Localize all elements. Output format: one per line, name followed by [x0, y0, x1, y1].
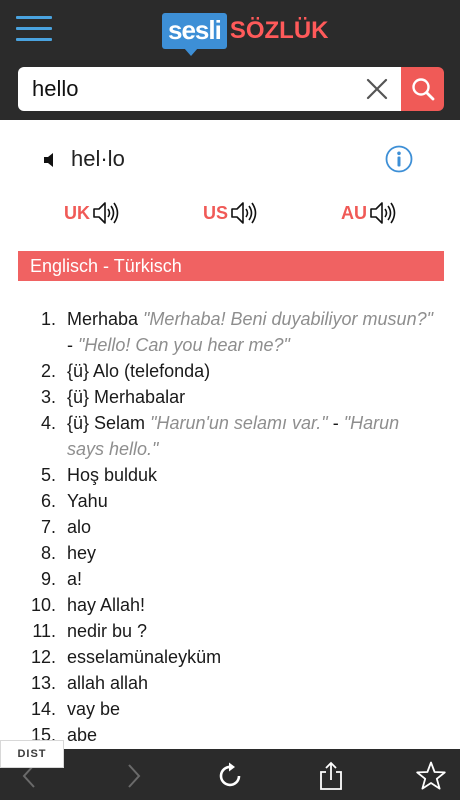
- item-number: 13.: [30, 673, 56, 693]
- list-item[interactable]: 1. Merhaba "Merhaba! Beni duyabiliyor mu…: [0, 306, 460, 358]
- share-icon[interactable]: [316, 761, 346, 791]
- pronounce-uk-button[interactable]: UK: [64, 200, 120, 226]
- reload-icon[interactable]: [216, 761, 246, 791]
- star-icon[interactable]: [415, 761, 446, 791]
- item-number: 12.: [30, 647, 56, 667]
- item-number: 10.: [30, 595, 56, 615]
- item-separator: -: [67, 335, 78, 355]
- item-example: "Merhaba! Beni duyabiliyor musun?": [143, 309, 433, 329]
- search-input[interactable]: [18, 67, 401, 111]
- logo-text: SÖZLÜK: [229, 17, 329, 44]
- forward-arrow-icon[interactable]: [118, 761, 148, 791]
- accent-label-au: AU: [341, 202, 367, 223]
- item-text: Merhaba: [67, 309, 144, 329]
- item-text: nedir bu ?: [67, 621, 148, 641]
- list-item[interactable]: 4. {ü} Selam "Harun'un selamı var." - "H…: [0, 410, 460, 462]
- list-item[interactable]: 12. esselamünaleyküm: [0, 644, 460, 670]
- item-text: hay Allah!: [67, 595, 146, 615]
- list-item[interactable]: 9. a!: [0, 566, 460, 592]
- pronounce-au-button[interactable]: AU: [341, 200, 397, 226]
- list-item[interactable]: 8. hey: [0, 540, 460, 566]
- item-text: abe: [67, 725, 98, 745]
- item-text: {ü} Merhabalar: [67, 387, 186, 407]
- item-number: 2.: [40, 361, 56, 381]
- pronunciation-row: UK US AU: [0, 196, 460, 232]
- item-number: 3.: [40, 387, 56, 407]
- item-number: 5.: [40, 465, 56, 485]
- item-text: {ü} Alo (telefonda): [67, 361, 211, 381]
- results-list: 1. Merhaba "Merhaba! Beni duyabiliyor mu…: [0, 306, 460, 748]
- accent-label-uk: UK: [64, 202, 90, 223]
- item-number: 14.: [30, 699, 56, 719]
- item-text: {ü} Selam: [67, 413, 151, 433]
- item-text: hey: [67, 543, 97, 563]
- list-item[interactable]: 6. Yahu: [0, 488, 460, 514]
- badge-text: DIST: [17, 748, 47, 760]
- item-text: alo: [67, 517, 92, 537]
- list-item[interactable]: 13. allah allah: [0, 670, 460, 696]
- list-item[interactable]: 7. alo: [0, 514, 460, 540]
- list-item[interactable]: 2. {ü} Alo (telefonda): [0, 358, 460, 384]
- item-example: "Harun'un selamı var.": [150, 413, 328, 433]
- pronounce-us-button[interactable]: US: [203, 200, 258, 226]
- item-text: Yahu: [67, 491, 108, 511]
- item-number: 8.: [40, 543, 56, 563]
- logo: sesli SÖZLÜK: [162, 12, 329, 56]
- speaker-icon: [93, 202, 119, 224]
- search-button[interactable]: [401, 67, 444, 111]
- item-text: allah allah: [67, 673, 149, 693]
- section-title: Englisch - Türkisch: [18, 251, 444, 281]
- item-text: esselamünaleyküm: [67, 647, 222, 667]
- close-icon[interactable]: [364, 76, 390, 102]
- speaker-icon: [231, 202, 257, 224]
- speaker-icon: [370, 202, 396, 224]
- accent-label-us: US: [203, 202, 229, 223]
- watermark-badge: DIST: [0, 740, 64, 768]
- list-item[interactable]: 3. {ü} Merhabalar: [0, 384, 460, 410]
- info-icon[interactable]: [385, 145, 413, 173]
- list-item[interactable]: 11. nedir bu ?: [0, 618, 460, 644]
- app-header: sesli SÖZLÜK: [0, 0, 460, 60]
- item-text: Hoş bulduk: [67, 465, 158, 485]
- menu-icon[interactable]: [16, 16, 52, 42]
- item-text: vay be: [67, 699, 121, 719]
- item-number: 11.: [32, 621, 56, 641]
- item-translation: "Hello! Can you hear me?": [78, 335, 290, 355]
- word-header: hel·lo: [0, 138, 460, 182]
- list-item[interactable]: 5. Hoş bulduk: [0, 462, 460, 488]
- item-number: 9.: [40, 569, 56, 589]
- item-number: 1.: [40, 309, 56, 329]
- item-text: a!: [67, 569, 83, 589]
- item-number: 4.: [40, 413, 56, 433]
- item-separator: -: [327, 413, 344, 433]
- item-number: 6.: [40, 491, 56, 511]
- list-item[interactable]: 10. hay Allah!: [0, 592, 460, 618]
- bottom-toolbar: [0, 749, 460, 800]
- word-syllables: hel·lo: [71, 146, 125, 171]
- logo-box-text: sesli: [162, 13, 227, 56]
- speaker-icon[interactable]: [42, 151, 60, 169]
- search-icon: [411, 78, 434, 101]
- item-number: 7.: [40, 517, 56, 537]
- list-item[interactable]: 15. abe: [0, 722, 460, 748]
- list-item[interactable]: 14. vay be: [0, 696, 460, 722]
- search-bar: [0, 60, 460, 120]
